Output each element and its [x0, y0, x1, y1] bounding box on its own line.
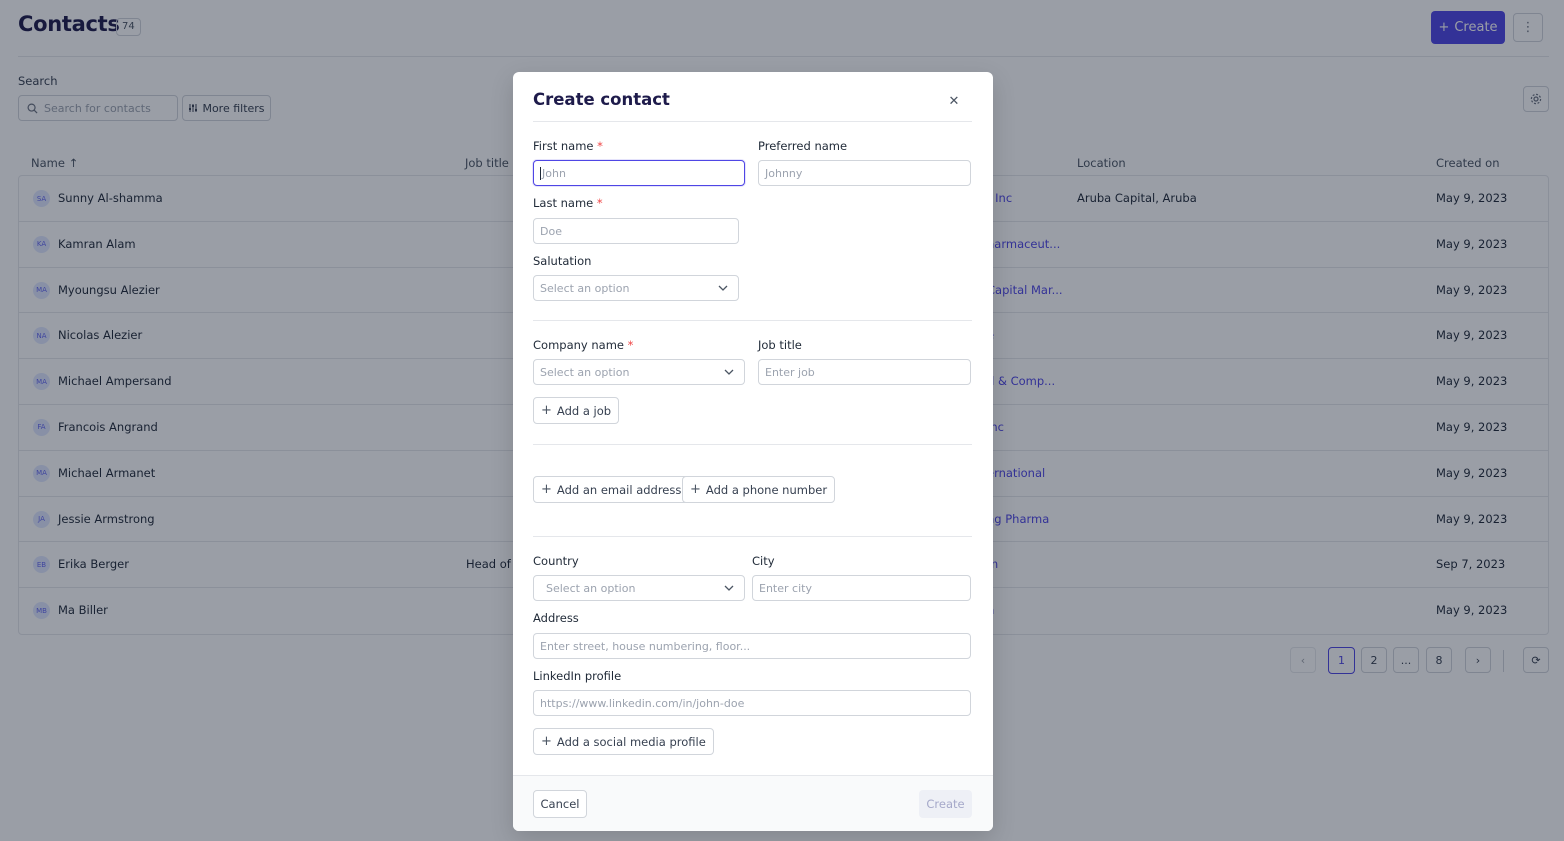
company-name-label: Company name * — [533, 338, 633, 352]
plus-icon: + — [690, 482, 701, 497]
first-name-label: First name * — [533, 139, 603, 153]
add-phone-label: Add a phone number — [705, 482, 828, 497]
last-name-label-text: Last name — [533, 196, 594, 210]
address-placeholder: Enter street, house numbering, floor... — [540, 639, 751, 653]
last-name-placeholder: Doe — [540, 224, 562, 238]
salutation-placeholder: Select an option — [540, 281, 630, 295]
preferred-name-placeholder: Johnny — [765, 166, 803, 180]
first-name-label-text: First name — [533, 139, 594, 153]
plus-icon: + — [541, 482, 552, 497]
linkedin-input[interactable]: https://www.linkedin.com/in/john-doe — [533, 690, 971, 716]
preferred-name-input[interactable]: Johnny — [758, 160, 971, 186]
add-phone-button[interactable]: + Add a phone number — [682, 476, 836, 503]
close-icon: ✕ — [948, 93, 960, 109]
divider — [533, 121, 972, 122]
preferred-name-label: Preferred name — [758, 139, 848, 153]
cancel-button[interactable]: Cancel — [533, 790, 587, 818]
chevron-down-icon — [718, 285, 728, 291]
add-social-profile-button[interactable]: + Add a social media profile — [533, 728, 714, 755]
linkedin-label: LinkedIn profile — [533, 669, 622, 683]
first-name-input[interactable]: John — [533, 160, 745, 186]
divider — [533, 320, 972, 321]
create-contact-dialog: Create contact ✕ First name * John Prefe… — [513, 72, 993, 831]
city-input[interactable]: Enter city — [752, 575, 971, 601]
company-name-label-text: Company name — [533, 338, 624, 352]
create-contact-submit-button[interactable]: Create — [919, 790, 972, 818]
linkedin-placeholder: https://www.linkedin.com/in/john-doe — [540, 696, 745, 710]
salutation-label: Salutation — [533, 254, 592, 268]
address-input[interactable]: Enter street, house numbering, floor... — [533, 633, 971, 659]
text-caret — [540, 166, 541, 180]
salutation-select[interactable]: Select an option — [533, 275, 739, 301]
chevron-down-icon — [724, 585, 734, 591]
plus-icon: + — [541, 734, 552, 749]
city-placeholder: Enter city — [759, 581, 812, 595]
plus-icon: + — [541, 403, 552, 418]
country-placeholder: Select an option — [546, 581, 636, 595]
divider — [533, 444, 972, 445]
job-title-label: Job title — [758, 338, 802, 352]
company-name-select[interactable]: Select an option — [533, 359, 745, 385]
add-job-label: Add a job — [556, 403, 612, 418]
country-label: Country — [533, 554, 579, 568]
required-asterisk: * — [596, 196, 603, 210]
address-label: Address — [533, 611, 579, 625]
add-email-button[interactable]: + Add an email address — [533, 476, 690, 503]
dialog-title: Create contact — [533, 90, 670, 109]
add-social-profile-label: Add a social media profile — [556, 734, 706, 749]
chevron-down-icon — [724, 369, 734, 375]
close-button[interactable]: ✕ — [945, 92, 963, 110]
city-label: City — [752, 554, 775, 568]
divider — [533, 536, 972, 537]
dialog-footer: Cancel Create — [513, 775, 993, 831]
first-name-placeholder: John — [542, 166, 566, 180]
add-job-button[interactable]: + Add a job — [533, 397, 620, 424]
last-name-input[interactable]: Doe — [533, 218, 739, 244]
job-title-placeholder: Enter job — [765, 365, 815, 379]
country-select[interactable]: Select an option — [533, 575, 745, 601]
required-asterisk: * — [597, 139, 603, 153]
job-title-input[interactable]: Enter job — [758, 359, 971, 385]
last-name-label: Last name * — [533, 196, 603, 210]
required-asterisk: * — [627, 338, 634, 352]
company-name-placeholder: Select an option — [540, 365, 630, 379]
add-email-label: Add an email address — [556, 482, 682, 497]
